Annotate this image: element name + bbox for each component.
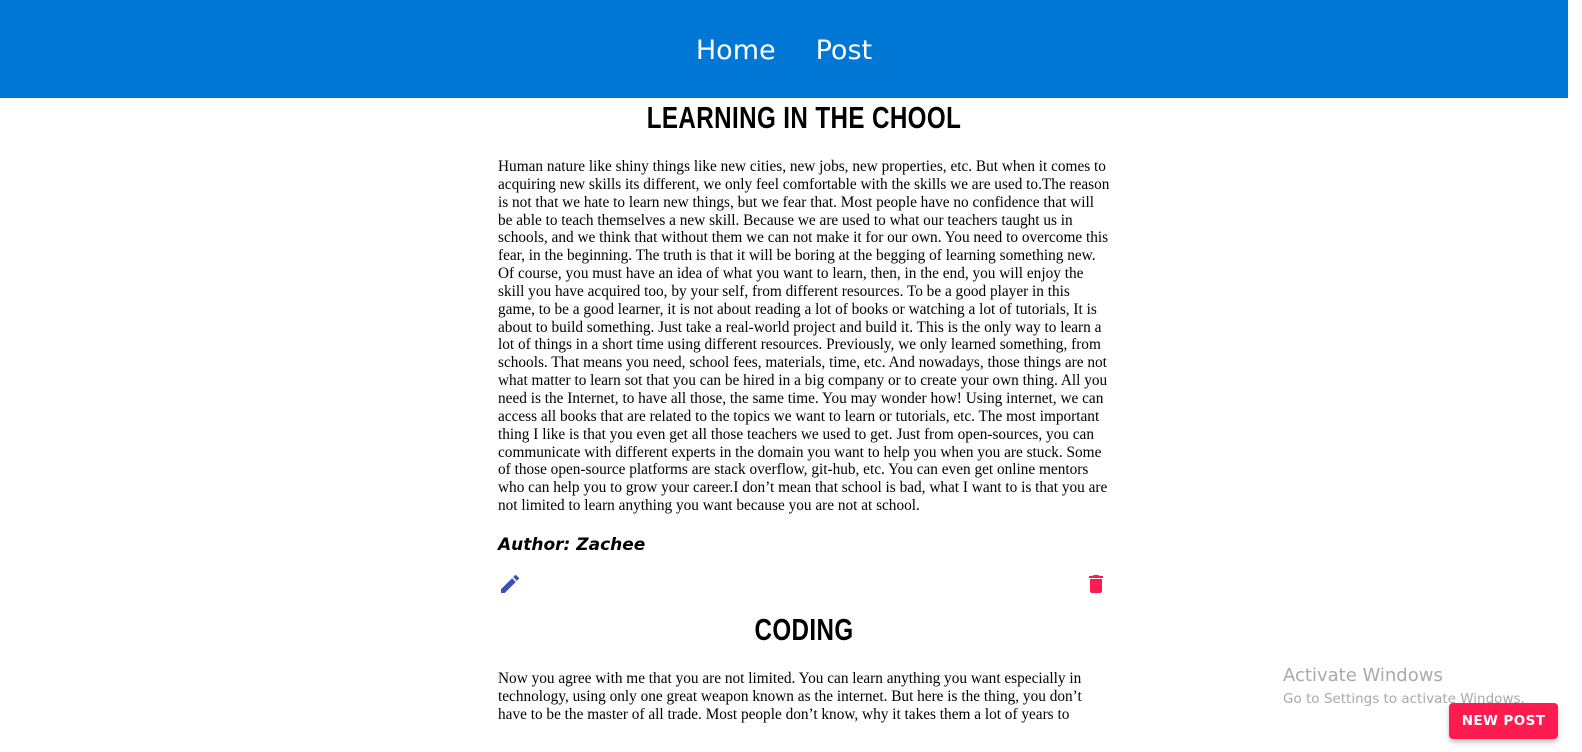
nav-home-link[interactable]: Home bbox=[696, 33, 776, 66]
post-card: LEARNING IN THE CHOOL Human nature like … bbox=[498, 98, 1110, 602]
edit-post-button[interactable] bbox=[498, 572, 522, 596]
post-title: LEARNING IN THE CHOOL bbox=[646, 100, 962, 135]
post-actions bbox=[498, 572, 1110, 602]
delete-post-button[interactable] bbox=[1084, 572, 1108, 596]
nav-post-link[interactable]: Post bbox=[816, 33, 873, 66]
post-body: Human nature like shiny things like new … bbox=[498, 158, 1110, 515]
top-navbar: Home Post bbox=[0, 0, 1568, 98]
posts-list: LEARNING IN THE CHOOL Human nature like … bbox=[498, 98, 1110, 723]
watermark-title: Activate Windows bbox=[1283, 665, 1443, 686]
pencil-icon bbox=[501, 574, 520, 593]
post-author: Author: Zachee bbox=[498, 534, 646, 555]
post-body: Now you agree with me that you are not l… bbox=[498, 669, 1082, 723]
new-post-button[interactable]: NEW POST bbox=[1449, 703, 1558, 739]
post-title: CODING bbox=[754, 611, 854, 647]
trash-icon bbox=[1089, 574, 1103, 593]
post-card: CODING Now you agree with me that you ar… bbox=[498, 610, 1110, 724]
